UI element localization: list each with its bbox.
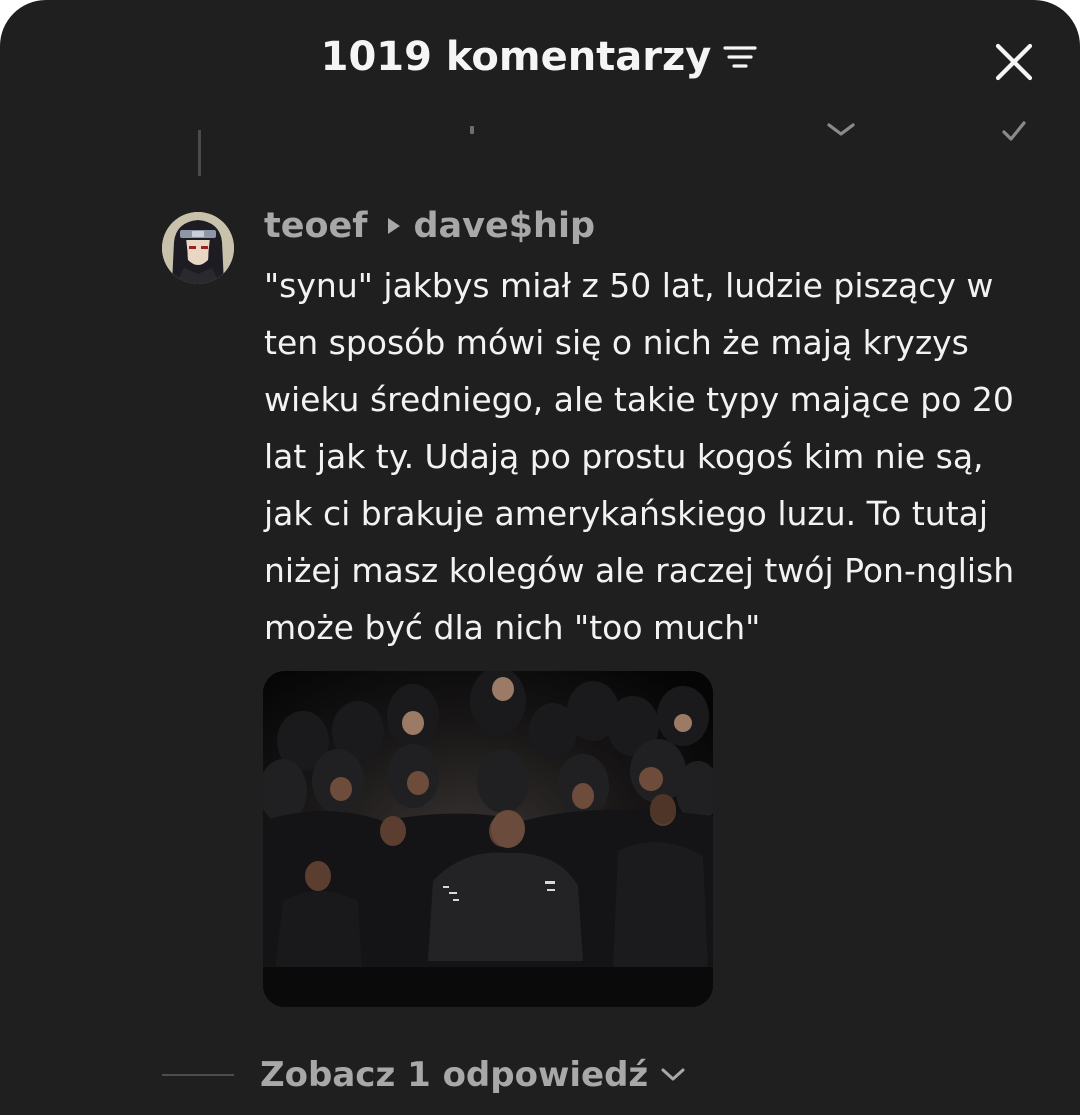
comment-text-line: lat jak ty. Udają po prostu kogoś kim ni… xyxy=(264,437,984,476)
comment-text-line: jak ci brakuje amerykańskiego luzu. To t… xyxy=(264,494,989,533)
chevron-down-icon xyxy=(826,122,856,142)
sort-lines-icon xyxy=(723,46,757,68)
view-replies-button[interactable]: Zobacz 1 odpowiedź xyxy=(162,1048,686,1102)
comment-text-line: może być dla nich "too much" xyxy=(264,608,761,647)
comments-header: 1019 komentarzy xyxy=(0,0,1080,128)
group-photo-image xyxy=(263,671,713,1007)
sort-button[interactable] xyxy=(721,38,759,76)
previous-item-fragment xyxy=(470,126,474,134)
chevron-down-icon xyxy=(660,1067,686,1083)
avatar-anime-character-image xyxy=(162,212,234,284)
comment-meta: teoef dave$hip xyxy=(264,202,595,250)
avatar[interactable] xyxy=(162,212,234,284)
header-title-group: 1019 komentarzy xyxy=(0,34,1080,80)
comments-sheet: 1019 komentarzy teoef dave$hip "synu" ja… xyxy=(0,0,1080,1115)
comment-text-line: ten sposób mówi się o nich że mają kryzy… xyxy=(264,323,969,362)
replies-divider-line xyxy=(162,1074,234,1076)
comment-text-line: "synu" jakbys miał z 50 lat, ludzie pisz… xyxy=(264,266,994,305)
comment-text-line: niżej masz kolegów ale raczej twój Pon-n… xyxy=(264,551,1015,590)
play-triangle-icon xyxy=(387,217,401,235)
comment-count-title: 1019 komentarzy xyxy=(320,34,712,80)
checkmark-icon xyxy=(1000,120,1028,146)
view-replies-label: Zobacz 1 odpowiedź xyxy=(260,1055,649,1095)
comment-text: "synu" jakbys miał z 50 lat, ludzie pisz… xyxy=(264,257,1054,656)
close-x-icon xyxy=(995,43,1033,81)
comment-attached-photo[interactable] xyxy=(263,671,713,1007)
reply-to-username[interactable]: dave$hip xyxy=(413,206,595,246)
comment-username[interactable]: teoef xyxy=(264,206,367,246)
thread-line xyxy=(198,130,201,176)
comment-text-line: wieku średniego, ale takie typy mające p… xyxy=(264,380,1014,419)
close-button[interactable] xyxy=(990,38,1038,86)
